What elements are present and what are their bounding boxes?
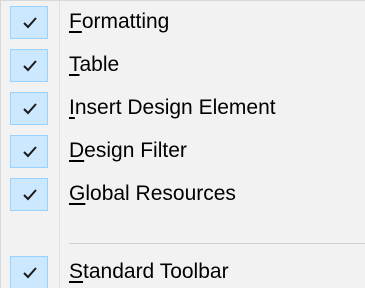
- check-indicator: [10, 6, 48, 39]
- menu-item-label: Standard Toolbar: [69, 259, 229, 285]
- label-text: nsert Design Element: [74, 96, 276, 119]
- access-key: G: [69, 182, 86, 205]
- checkmark-icon: [23, 189, 37, 201]
- check-indicator: [10, 178, 48, 211]
- menu-separator: [69, 243, 365, 244]
- menu-item-label: Global Resources: [69, 181, 236, 207]
- access-key: D: [69, 139, 85, 162]
- menu-item-global-resources[interactable]: Global Resources: [1, 175, 365, 211]
- access-key: S: [69, 260, 84, 283]
- access-key: T: [69, 53, 80, 76]
- check-indicator: [10, 92, 48, 125]
- label-text: ormatting: [81, 10, 170, 33]
- menu-item-label: Insert Design Element: [69, 95, 276, 121]
- checkmark-icon: [23, 267, 37, 279]
- menu-item-formatting[interactable]: Formatting: [1, 3, 365, 39]
- menu-item-label: Formatting: [69, 9, 169, 35]
- check-indicator: [10, 49, 48, 82]
- menu-item-table[interactable]: Table: [1, 46, 365, 82]
- check-indicator: [10, 256, 48, 288]
- menu-item-insert-design-element[interactable]: Insert Design Element: [1, 89, 365, 125]
- label-text: tandard Toolbar: [83, 260, 229, 283]
- label-text: able: [79, 53, 120, 76]
- check-indicator: [10, 135, 48, 168]
- checkmark-icon: [23, 60, 37, 72]
- menu-item-design-filter[interactable]: Design Filter: [1, 132, 365, 168]
- menu-item-label: Table: [69, 52, 119, 78]
- menu-item-label: Design Filter: [69, 138, 187, 164]
- checkmark-icon: [23, 103, 37, 115]
- access-key: F: [69, 10, 82, 33]
- toolbars-context-menu: Formatting Table Insert Design Element D…: [0, 0, 365, 288]
- label-text: esign Filter: [84, 139, 187, 162]
- menu-item-standard-toolbar[interactable]: Standard Toolbar: [1, 253, 365, 288]
- label-text: lobal Resources: [85, 182, 236, 205]
- checkmark-icon: [23, 17, 37, 29]
- checkmark-icon: [23, 146, 37, 158]
